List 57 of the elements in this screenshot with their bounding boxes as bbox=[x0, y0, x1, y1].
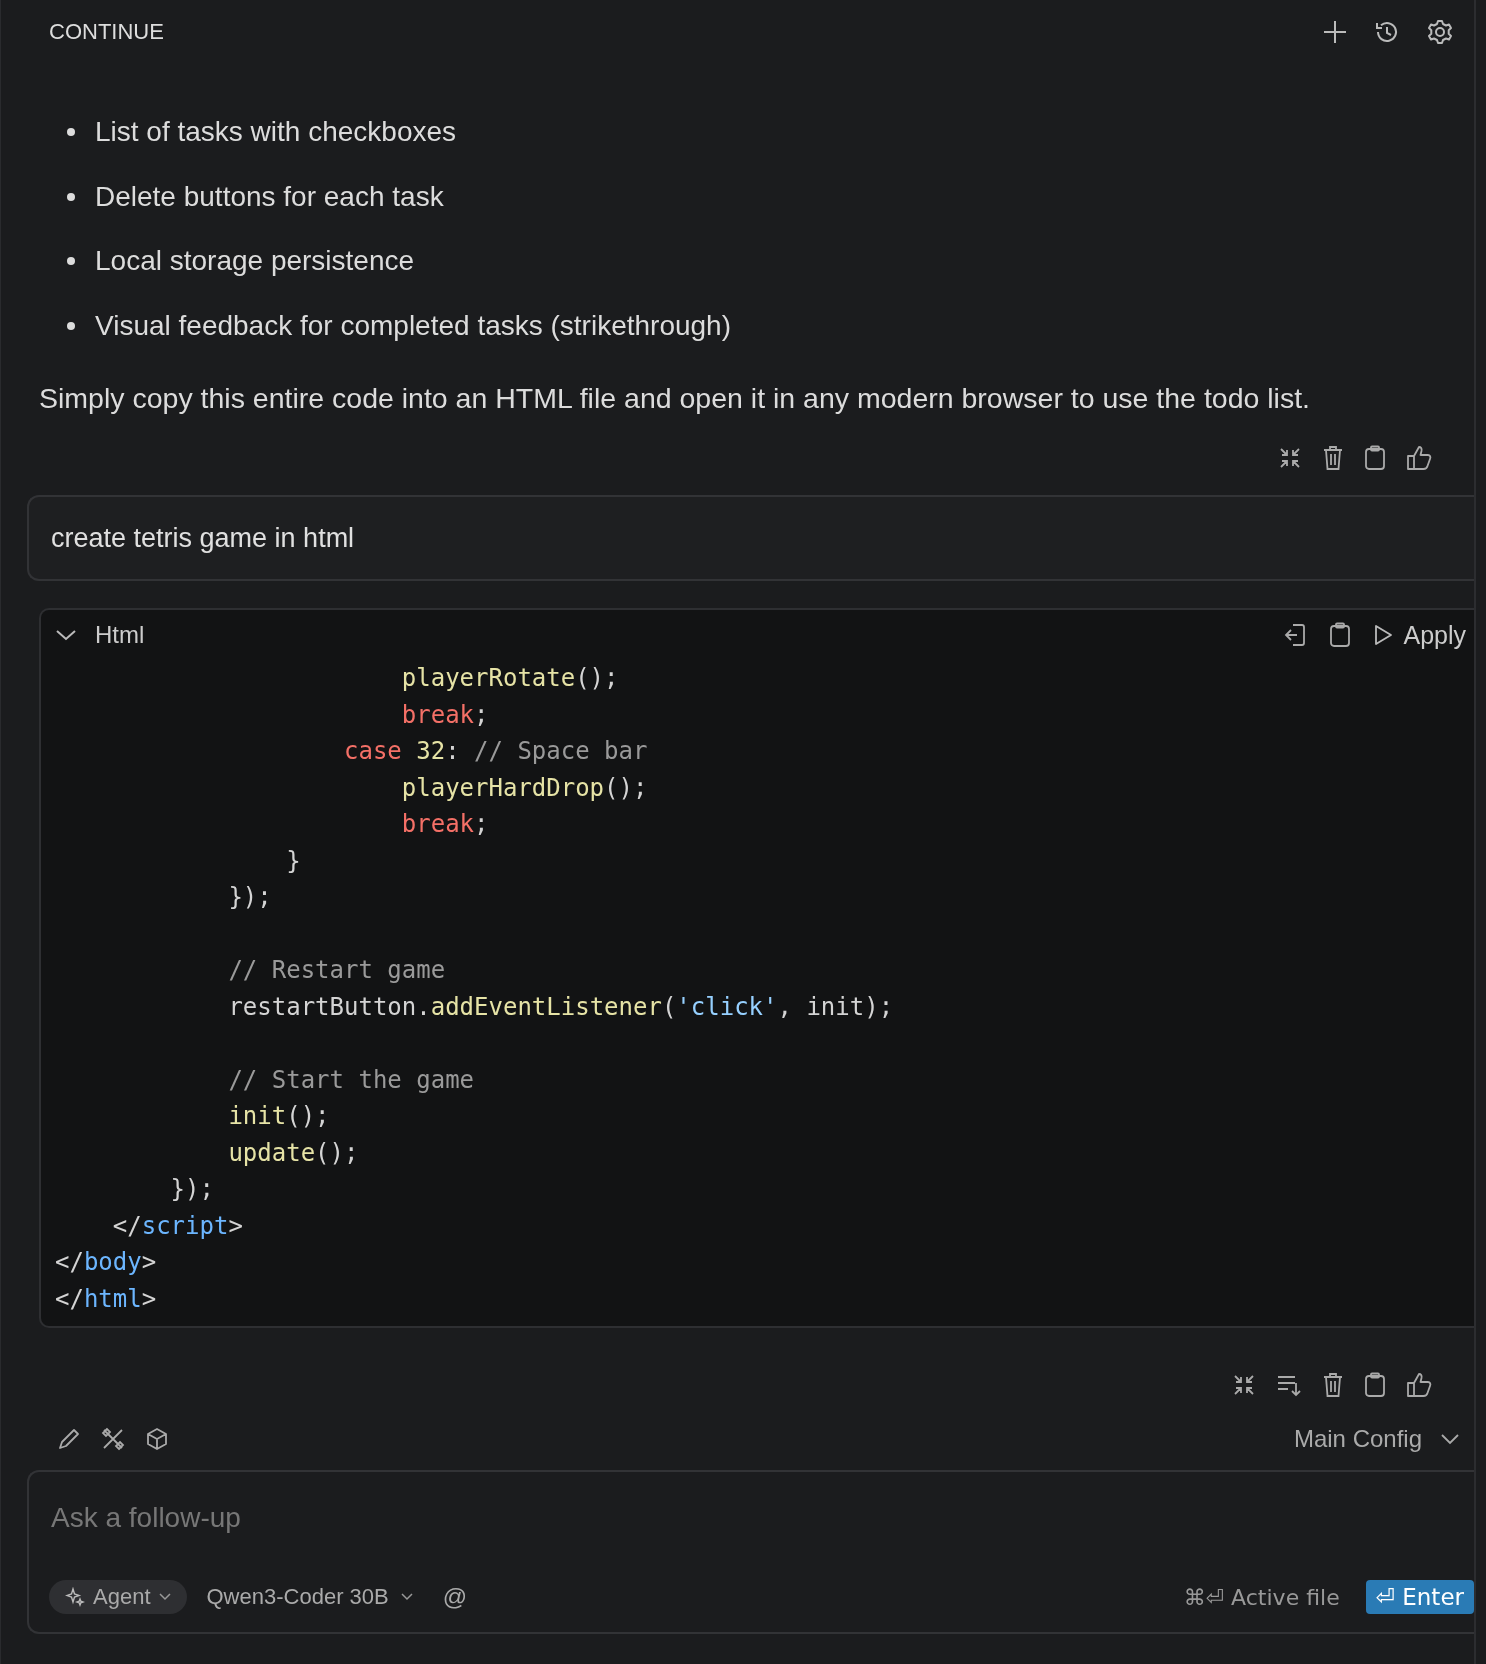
active-file-button[interactable]: ⌘⏎ Active file bbox=[1183, 1584, 1340, 1610]
panel-title: CONTINUE bbox=[49, 19, 165, 45]
language-label: Html bbox=[95, 621, 146, 650]
play-icon[interactable] bbox=[1373, 624, 1394, 647]
clipboard-icon[interactable] bbox=[1364, 445, 1386, 472]
chevron-icon[interactable] bbox=[55, 628, 77, 643]
thumbs-up-icon[interactable] bbox=[1406, 1372, 1432, 1399]
bullet-icon bbox=[67, 128, 75, 137]
clipboard-icon[interactable] bbox=[1364, 1372, 1386, 1399]
code-line: // Restart game bbox=[227, 956, 446, 985]
code-line: playerHardDrop(); bbox=[400, 773, 648, 802]
list-item: Delete buttons for each task bbox=[95, 180, 444, 213]
enter-button[interactable]: ⏎ Enter bbox=[1365, 1580, 1474, 1615]
code-line: // Start the game bbox=[227, 1065, 475, 1094]
settings-icon[interactable] bbox=[1426, 18, 1454, 46]
chevron-down-icon[interactable] bbox=[400, 1593, 413, 1602]
chevron-down-icon[interactable] bbox=[1440, 1433, 1460, 1446]
trash-icon[interactable] bbox=[1322, 1372, 1344, 1399]
history-icon[interactable] bbox=[1374, 19, 1400, 45]
code-line: restartButton.addEventListener('click', init); bbox=[227, 992, 894, 1021]
code-line: }); bbox=[227, 883, 272, 912]
code-line: } bbox=[285, 846, 301, 875]
bullet-icon bbox=[67, 257, 75, 266]
bullet-icon bbox=[67, 192, 75, 201]
agent-mode-button[interactable]: Agent bbox=[49, 1580, 187, 1615]
mention-button[interactable]: @ bbox=[432, 1583, 468, 1612]
plus-icon[interactable] bbox=[1322, 19, 1348, 45]
user-message: create tetris game in html bbox=[27, 495, 1474, 582]
sort-down-icon[interactable] bbox=[1276, 1373, 1302, 1398]
code-line: }); bbox=[169, 1175, 214, 1204]
code-line: case 32: // Space bar bbox=[343, 737, 648, 766]
list-item: List of tasks with checkboxes bbox=[95, 116, 457, 149]
sparkle-icon[interactable] bbox=[65, 1587, 85, 1608]
insert-icon[interactable] bbox=[1283, 622, 1308, 649]
thumbs-up-icon[interactable] bbox=[1406, 445, 1432, 472]
chevron-down-icon[interactable] bbox=[158, 1593, 171, 1602]
code-line: </script> bbox=[111, 1211, 243, 1240]
list-item: Visual feedback for completed tasks (strikethrough) bbox=[95, 309, 731, 342]
code-line: </html> bbox=[55, 1284, 157, 1313]
pencil-icon[interactable] bbox=[57, 1427, 81, 1452]
code-line: playerRotate(); bbox=[400, 664, 619, 693]
code-line: break; bbox=[400, 810, 489, 839]
trash-icon[interactable] bbox=[1322, 445, 1344, 472]
answer-text: Simply copy this entire code into an HTML file and open it in any modern browser to use the todo list. bbox=[39, 381, 1312, 416]
list-item: Local storage persistence bbox=[95, 245, 415, 278]
code-line: init(); bbox=[227, 1102, 330, 1131]
bullet-icon bbox=[67, 321, 75, 330]
tools-icon[interactable] bbox=[101, 1427, 125, 1452]
code-line: update(); bbox=[227, 1138, 359, 1167]
model-dropdown[interactable]: Qwen3-Coder 30B bbox=[206, 1584, 413, 1611]
clipboard-icon[interactable] bbox=[1329, 622, 1352, 649]
code-line: </body> bbox=[55, 1248, 157, 1277]
apply-button[interactable]: Apply bbox=[1373, 620, 1466, 650]
code-line: break; bbox=[400, 700, 489, 729]
follow-up-field[interactable]: Ask a follow-up Agent Qwen3-Coder 30B @ ⌘⏎ Active file ⏎ Enter bbox=[27, 1470, 1474, 1635]
cube-icon[interactable] bbox=[145, 1427, 169, 1452]
config-dropdown[interactable]: Main Config bbox=[1287, 1424, 1466, 1455]
